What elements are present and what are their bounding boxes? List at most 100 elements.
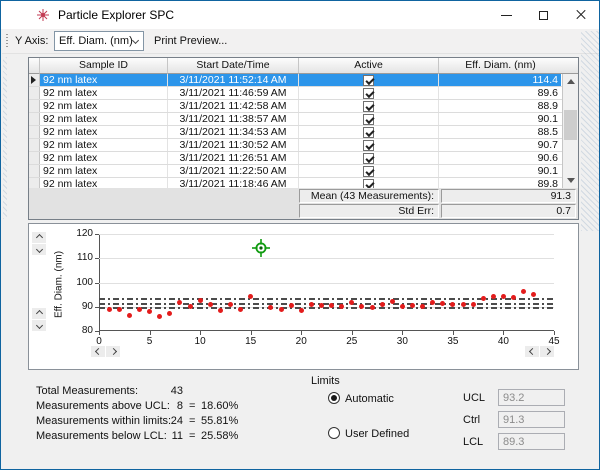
- cell-eff-diam[interactable]: 88.9: [439, 100, 561, 112]
- axis-scroll-down-button-2[interactable]: [32, 320, 46, 331]
- axis-scroll-right-button-2[interactable]: [540, 346, 554, 357]
- cell-sample-id[interactable]: 92 nm latex: [40, 139, 168, 151]
- scroll-down-button[interactable]: [563, 173, 578, 188]
- cell-start-datetime[interactable]: 3/11/2021 11:22:50 AM: [168, 165, 299, 177]
- ctrl-field[interactable]: [498, 411, 565, 428]
- close-button[interactable]: [562, 1, 599, 29]
- cell-start-datetime[interactable]: 3/11/2021 11:52:14 AM: [168, 74, 299, 86]
- data-point[interactable]: [369, 305, 375, 311]
- column-header-eff-diam[interactable]: Eff. Diam. (nm): [439, 58, 562, 74]
- cell-eff-diam[interactable]: 89.6: [439, 87, 561, 99]
- table-row[interactable]: 92 nm latex 3/11/2021 11:22:50 AM 90.1: [29, 165, 562, 178]
- column-header-active[interactable]: Active: [299, 58, 439, 74]
- active-checkbox[interactable]: [363, 100, 374, 112]
- active-checkbox[interactable]: [363, 113, 374, 125]
- cell-start-datetime[interactable]: 3/11/2021 11:30:52 AM: [168, 139, 299, 151]
- data-point[interactable]: [278, 306, 284, 312]
- data-point[interactable]: [147, 308, 153, 314]
- data-point[interactable]: [288, 303, 294, 309]
- row-header-cell[interactable]: [29, 152, 40, 164]
- active-checkbox[interactable]: [363, 152, 374, 164]
- cell-eff-diam[interactable]: 88.5: [439, 126, 561, 138]
- cell-start-datetime[interactable]: 3/11/2021 11:34:53 AM: [168, 126, 299, 138]
- cell-active[interactable]: [299, 100, 439, 112]
- data-point[interactable]: [106, 306, 112, 312]
- scrollbar-thumb[interactable]: [564, 110, 577, 140]
- data-point[interactable]: [470, 301, 476, 307]
- toolbar-grip[interactable]: [6, 34, 8, 49]
- data-point[interactable]: [227, 302, 233, 308]
- cell-active[interactable]: [299, 113, 439, 125]
- cell-start-datetime[interactable]: 3/11/2021 11:38:57 AM: [168, 113, 299, 125]
- automatic-radio-label[interactable]: Automatic: [345, 393, 394, 405]
- data-point[interactable]: [207, 301, 213, 307]
- table-row[interactable]: 92 nm latex 3/11/2021 11:42:58 AM 88.9: [29, 100, 562, 113]
- column-header-sample-id[interactable]: Sample ID: [40, 58, 168, 74]
- cell-eff-diam[interactable]: 90.7: [439, 139, 561, 151]
- data-point[interactable]: [318, 302, 324, 308]
- data-point[interactable]: [157, 313, 163, 319]
- data-point[interactable]: [136, 306, 142, 312]
- data-point[interactable]: [187, 304, 193, 309]
- table-row[interactable]: 92 nm latex 3/11/2021 11:30:52 AM 90.7: [29, 139, 562, 152]
- data-point[interactable]: [500, 293, 506, 299]
- data-point[interactable]: [409, 302, 415, 308]
- cell-start-datetime[interactable]: 3/11/2021 11:42:58 AM: [168, 100, 299, 112]
- cell-eff-diam[interactable]: 90.6: [439, 152, 561, 164]
- axis-scroll-up-button[interactable]: [32, 232, 46, 243]
- cell-sample-id[interactable]: 92 nm latex: [40, 100, 168, 112]
- cell-sample-id[interactable]: 92 nm latex: [40, 165, 168, 177]
- cell-active[interactable]: [299, 126, 439, 138]
- axis-scroll-down-button[interactable]: [32, 244, 46, 255]
- cell-start-datetime[interactable]: 3/11/2021 11:18:46 AM: [168, 178, 299, 188]
- cell-eff-diam[interactable]: 89.8: [439, 178, 561, 188]
- selected-data-point[interactable]: [251, 238, 271, 258]
- table-vertical-scrollbar[interactable]: [562, 74, 578, 188]
- row-header-cell[interactable]: [29, 74, 40, 86]
- user-defined-radio-label[interactable]: User Defined: [345, 428, 409, 440]
- cell-active[interactable]: [299, 178, 439, 188]
- cell-start-datetime[interactable]: 3/11/2021 11:26:51 AM: [168, 152, 299, 164]
- axis-scroll-left-button-2[interactable]: [525, 346, 539, 357]
- table-row[interactable]: 92 nm latex 3/11/2021 11:52:14 AM 114.4: [29, 74, 562, 87]
- axis-scroll-right-button[interactable]: [106, 346, 120, 357]
- scroll-up-button[interactable]: [563, 74, 578, 89]
- row-header-cell[interactable]: [29, 165, 40, 177]
- cell-sample-id[interactable]: 92 nm latex: [40, 152, 168, 164]
- active-checkbox[interactable]: [363, 74, 374, 86]
- cell-active[interactable]: [299, 152, 439, 164]
- active-checkbox[interactable]: [363, 126, 374, 138]
- data-point[interactable]: [298, 307, 304, 313]
- user-defined-radio[interactable]: [328, 427, 340, 439]
- active-checkbox[interactable]: [363, 139, 374, 151]
- data-point[interactable]: [379, 301, 385, 307]
- cell-sample-id[interactable]: 92 nm latex: [40, 126, 168, 138]
- table-row[interactable]: 92 nm latex 3/11/2021 11:38:57 AM 90.1: [29, 113, 562, 126]
- cell-start-datetime[interactable]: 3/11/2021 11:46:59 AM: [168, 87, 299, 99]
- cell-sample-id[interactable]: 92 nm latex: [40, 113, 168, 125]
- active-checkbox[interactable]: [363, 165, 374, 177]
- lcl-field[interactable]: [498, 433, 565, 450]
- table-row[interactable]: 92 nm latex 3/11/2021 11:18:46 AM 89.8: [29, 178, 562, 188]
- cell-active[interactable]: [299, 87, 439, 99]
- automatic-radio[interactable]: [328, 392, 340, 404]
- axis-scroll-left-button[interactable]: [91, 346, 105, 357]
- row-header-cell[interactable]: [29, 126, 40, 138]
- data-point[interactable]: [420, 303, 426, 309]
- row-header-cell[interactable]: [29, 100, 40, 112]
- cell-sample-id[interactable]: 92 nm latex: [40, 87, 168, 99]
- data-point[interactable]: [167, 310, 173, 316]
- cell-active[interactable]: [299, 165, 439, 177]
- cell-eff-diam[interactable]: 90.1: [439, 113, 561, 125]
- cell-sample-id[interactable]: 92 nm latex: [40, 178, 168, 188]
- maximize-button[interactable]: [525, 1, 562, 29]
- table-row[interactable]: 92 nm latex 3/11/2021 11:26:51 AM 90.6: [29, 152, 562, 165]
- column-header-start-datetime[interactable]: Start Date/Time: [168, 58, 299, 74]
- minimize-button[interactable]: [488, 1, 525, 29]
- cell-eff-diam[interactable]: 90.1: [439, 165, 561, 177]
- data-point[interactable]: [248, 293, 254, 299]
- cell-sample-id[interactable]: 92 nm latex: [40, 74, 168, 86]
- data-point[interactable]: [460, 301, 466, 307]
- print-preview-button[interactable]: Print Preview...: [154, 35, 227, 47]
- axis-scroll-up-button-2[interactable]: [32, 308, 46, 319]
